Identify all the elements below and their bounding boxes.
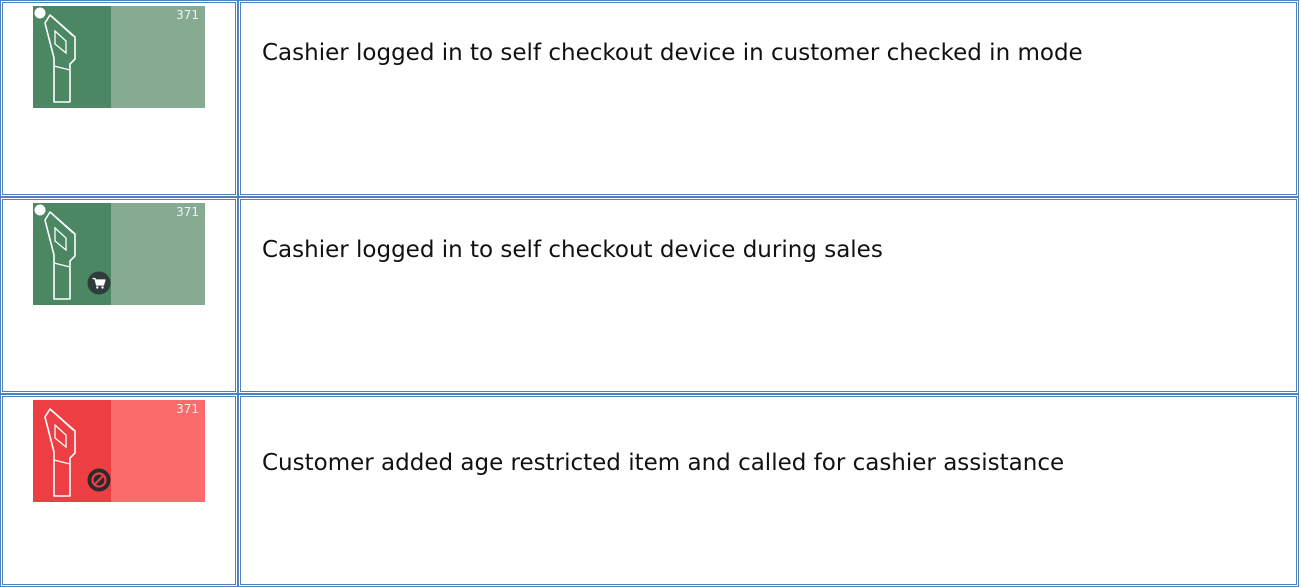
icon-cell: 371 xyxy=(0,197,238,394)
shopping-cart-icon xyxy=(87,271,111,295)
status-legend-table: 371 Cashier logged in to self checkout d… xyxy=(0,0,1299,587)
device-number: 371 xyxy=(176,8,199,22)
legend-row: 371 Customer added age restricted item a… xyxy=(0,394,1299,587)
description-cell: Customer added age restricted item and c… xyxy=(238,394,1299,587)
prohibited-icon xyxy=(87,468,111,492)
device-tile-logged-in-checked-in: 371 xyxy=(33,6,205,108)
legend-row: 371 Cashier logged in to self checkout d… xyxy=(0,197,1299,394)
device-tile-logged-in-sales: 371 xyxy=(33,203,205,305)
device-number: 371 xyxy=(176,402,199,416)
self-checkout-kiosk-icon xyxy=(34,7,76,103)
icon-cell: 371 xyxy=(0,394,238,587)
description-cell: Cashier logged in to self checkout devic… xyxy=(238,0,1299,197)
status-description: Cashier logged in to self checkout devic… xyxy=(262,237,883,263)
legend-row: 371 Cashier logged in to self checkout d… xyxy=(0,0,1299,197)
device-number: 371 xyxy=(176,205,199,219)
status-description: Cashier logged in to self checkout devic… xyxy=(262,40,1083,66)
icon-cell: 371 xyxy=(0,0,238,197)
status-description: Customer added age restricted item and c… xyxy=(262,450,1065,476)
description-cell: Cashier logged in to self checkout devic… xyxy=(238,197,1299,394)
device-tile-age-restricted: 371 xyxy=(33,400,205,502)
